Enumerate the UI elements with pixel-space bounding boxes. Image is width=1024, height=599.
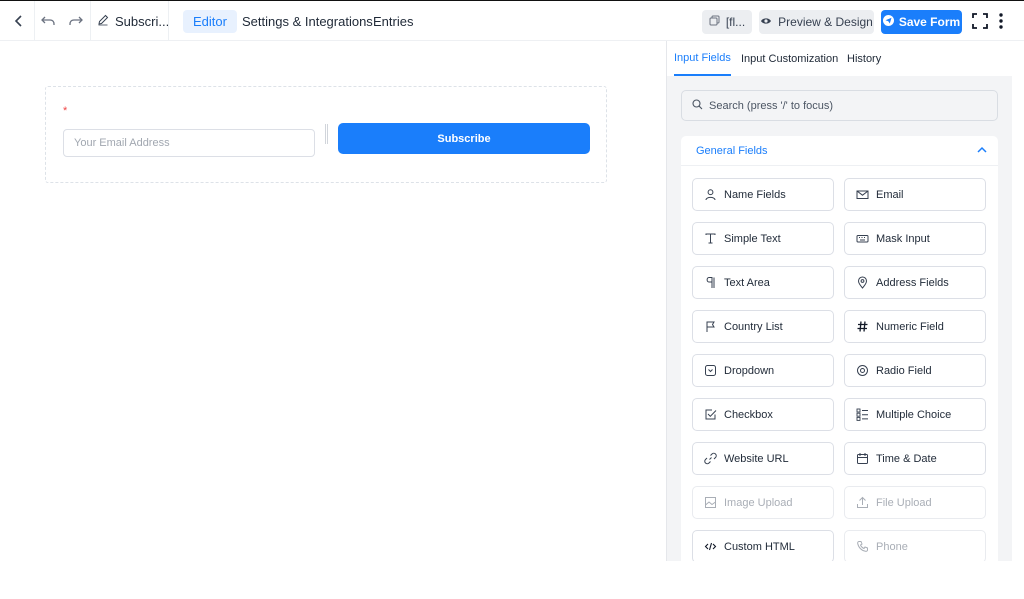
field-country-list[interactable]: Country List bbox=[692, 310, 834, 343]
tab-editor[interactable]: Editor bbox=[183, 10, 237, 33]
keyboard-icon bbox=[856, 232, 869, 245]
send-icon bbox=[882, 15, 894, 29]
field-label: Time & Date bbox=[876, 452, 937, 465]
field-label: Multiple Choice bbox=[876, 408, 952, 421]
field-simple-text[interactable]: Simple Text bbox=[692, 222, 834, 255]
field-label: Radio Field bbox=[876, 364, 932, 377]
top-toolbar: Subscri... Editor Settings & Integration… bbox=[0, 0, 1024, 41]
field-dropdown[interactable]: Dropdown bbox=[692, 354, 834, 387]
eye-icon bbox=[760, 15, 772, 29]
save-form-label: Save Form bbox=[898, 15, 961, 29]
field-search-input[interactable]: Search (press '/' to focus) bbox=[681, 90, 998, 121]
field-numeric-field[interactable]: Numeric Field bbox=[844, 310, 986, 343]
shortcode-text: [fl... bbox=[725, 15, 746, 29]
page-scrollbar[interactable] bbox=[1012, 41, 1024, 561]
tab-input-fields[interactable]: Input Fields bbox=[674, 41, 731, 76]
field-label: Checkbox bbox=[724, 408, 773, 421]
panel-tabs: Input Fields Input Customization History bbox=[667, 41, 1012, 76]
checkbox-icon bbox=[704, 408, 717, 421]
text-icon bbox=[704, 232, 717, 245]
field-file-upload[interactable]: File Upload bbox=[844, 486, 986, 519]
field-multiple-choice[interactable]: Multiple Choice bbox=[844, 398, 986, 431]
field-name-fields[interactable]: Name Fields bbox=[692, 178, 834, 211]
form-row-container[interactable]: * Subscribe bbox=[45, 86, 607, 183]
toolbar-divider bbox=[34, 1, 35, 41]
phone-icon bbox=[856, 540, 869, 553]
tab-input-customization[interactable]: Input Customization bbox=[741, 41, 838, 76]
field-label: Mask Input bbox=[876, 232, 930, 245]
link-icon bbox=[704, 452, 717, 465]
field-label: Dropdown bbox=[724, 364, 775, 377]
pencil-icon bbox=[97, 14, 109, 29]
field-website-url[interactable]: Website URL bbox=[692, 442, 834, 475]
field-label: Address Fields bbox=[876, 276, 949, 289]
email-field[interactable] bbox=[63, 129, 315, 157]
redo-icon[interactable] bbox=[65, 1, 87, 41]
section-title: General Fields bbox=[696, 145, 768, 157]
chevron-up-icon[interactable] bbox=[976, 144, 988, 159]
preview-design-label: Preview & Design bbox=[778, 15, 873, 29]
back-icon[interactable] bbox=[8, 1, 30, 41]
field-label: Custom HTML bbox=[724, 540, 795, 553]
preview-design-button[interactable]: Preview & Design bbox=[759, 10, 874, 34]
user-icon bbox=[704, 188, 717, 201]
field-time-date[interactable]: Time & Date bbox=[844, 442, 986, 475]
field-image-upload[interactable]: Image Upload bbox=[692, 486, 834, 519]
more-options-icon[interactable] bbox=[994, 1, 1008, 41]
field-label: Numeric Field bbox=[876, 320, 944, 333]
field-text-area[interactable]: Text Area bbox=[692, 266, 834, 299]
field-address-fields[interactable]: Address Fields bbox=[844, 266, 986, 299]
field-label: Website URL bbox=[724, 452, 789, 465]
column-resize-handle[interactable] bbox=[325, 124, 328, 144]
field-label: Email bbox=[876, 188, 904, 201]
save-form-button[interactable]: Save Form bbox=[881, 10, 962, 34]
toolbar-divider bbox=[168, 1, 169, 41]
paragraph-icon bbox=[704, 276, 717, 289]
field-label: Name Fields bbox=[724, 188, 786, 201]
field-label: Phone bbox=[876, 540, 908, 553]
radio-icon bbox=[856, 364, 869, 377]
shortcode-button[interactable]: [fl... bbox=[702, 10, 752, 34]
tab-entries[interactable]: Entries bbox=[363, 10, 423, 33]
field-phone[interactable]: Phone bbox=[844, 530, 986, 561]
toolbar-divider bbox=[90, 1, 91, 41]
upload-icon bbox=[856, 496, 869, 509]
dropdown-icon bbox=[704, 364, 717, 377]
undo-icon[interactable] bbox=[37, 1, 59, 41]
copy-icon bbox=[709, 15, 720, 29]
image-icon bbox=[704, 496, 717, 509]
form-title[interactable]: Subscri... bbox=[97, 1, 169, 41]
field-radio-field[interactable]: Radio Field bbox=[844, 354, 986, 387]
field-custom-html[interactable]: Custom HTML bbox=[692, 530, 834, 561]
envelope-icon bbox=[856, 188, 869, 201]
fields-panel: Input Fields Input Customization History… bbox=[666, 41, 1012, 561]
search-icon bbox=[692, 98, 703, 113]
form-title-text: Subscri... bbox=[115, 13, 170, 29]
list-check-icon bbox=[856, 408, 869, 421]
field-label: Text Area bbox=[724, 276, 770, 289]
map-pin-icon bbox=[856, 276, 869, 289]
field-label: Image Upload bbox=[724, 496, 793, 509]
tab-settings-integrations[interactable]: Settings & Integrations bbox=[232, 10, 383, 33]
hash-icon bbox=[856, 320, 869, 333]
tab-history[interactable]: History bbox=[847, 41, 881, 76]
search-placeholder: Search (press '/' to focus) bbox=[709, 99, 834, 112]
section-header[interactable]: General Fields bbox=[681, 136, 998, 166]
field-label: Country List bbox=[724, 320, 783, 333]
calendar-icon bbox=[856, 452, 869, 465]
field-label: File Upload bbox=[876, 496, 932, 509]
form-editor-canvas: * Subscribe bbox=[0, 41, 666, 561]
field-label: Simple Text bbox=[724, 232, 781, 245]
field-checkbox[interactable]: Checkbox bbox=[692, 398, 834, 431]
field-mask-input[interactable]: Mask Input bbox=[844, 222, 986, 255]
field-email[interactable]: Email bbox=[844, 178, 986, 211]
subscribe-button[interactable]: Subscribe bbox=[338, 123, 590, 154]
general-fields-section: General Fields Name Fields Email Simple … bbox=[681, 136, 998, 561]
code-icon bbox=[704, 540, 717, 553]
required-asterisk: * bbox=[63, 105, 68, 117]
fullscreen-icon[interactable] bbox=[969, 1, 991, 41]
flag-icon bbox=[704, 320, 717, 333]
